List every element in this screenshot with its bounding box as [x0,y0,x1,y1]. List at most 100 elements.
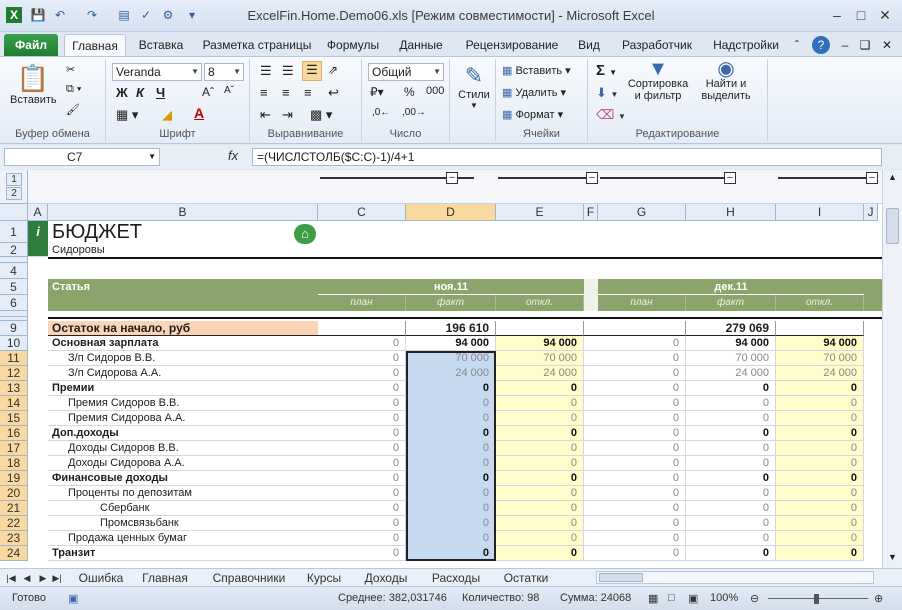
deviation-cell[interactable]: 0 [776,486,864,501]
fact-cell[interactable]: 0 [686,456,776,471]
spacer-cell[interactable] [584,351,598,366]
spacer-cell[interactable] [584,456,598,471]
fill-color-icon[interactable]: ◢ [162,107,172,123]
delete-cells-button[interactable]: ▦ Удалить ▾ [502,86,566,99]
deviation-cell[interactable]: 0 [496,456,584,471]
deviation-cell[interactable]: 0 [496,381,584,396]
column-header-a[interactable]: A [28,204,48,221]
plan-cell[interactable]: 0 [598,501,686,516]
scroll-up-icon[interactable]: ▲ [885,172,900,186]
row-header[interactable]: 10 [0,336,28,351]
fact-cell[interactable]: 94 000 [686,336,776,351]
row-header[interactable]: 14 [0,396,28,411]
tab-insert[interactable]: Вставка [132,34,190,56]
plan-cell[interactable]: 0 [318,396,406,411]
spacer-cell[interactable] [584,441,598,456]
sheet-tab[interactable]: Доходы [356,570,416,586]
row-label[interactable]: Доходы Сидорова А.А. [48,456,318,471]
fact-cell[interactable]: 0 [406,456,496,471]
deviation-cell[interactable]: 0 [776,411,864,426]
row-label[interactable]: Премия Сидорова А.А. [48,411,318,426]
plan-cell[interactable]: 0 [318,366,406,381]
row-header[interactable]: 5 [0,279,28,295]
spacer-cell[interactable] [584,336,598,351]
fact-cell[interactable]: 0 [686,501,776,516]
deviation-cell[interactable]: 94 000 [776,336,864,351]
fact-cell[interactable]: 0 [686,486,776,501]
fact-cell[interactable]: 0 [686,441,776,456]
sheet-tab[interactable]: Расходы [424,570,488,586]
plan-cell[interactable]: 0 [318,471,406,486]
row-header[interactable]: 6 [0,295,28,311]
fact-cell[interactable]: 0 [686,531,776,546]
fact-cell[interactable]: 0 [686,381,776,396]
row-header[interactable]: 1 [0,221,28,243]
sheet-tab[interactable]: Главная [134,570,196,586]
row-label[interactable]: Остаток на начало, руб [48,321,318,336]
fill-icon[interactable]: ⬇ ▼ [596,85,618,101]
autosum-icon[interactable]: Σ ▼ [596,62,617,79]
styles-button[interactable]: ✎ Стили ▼ [456,63,492,110]
row-header[interactable]: 16 [0,426,28,441]
next-sheet-icon[interactable]: ▶ [38,570,48,586]
maximize-icon[interactable]: □ [850,6,872,24]
close-icon[interactable]: ✕ [874,6,896,24]
tab-review[interactable]: Рецензирование [458,34,566,56]
first-sheet-icon[interactable]: |◀ [6,570,16,586]
fact-cell[interactable]: 196 610 [406,321,496,336]
fact-cell[interactable]: 0 [686,546,776,561]
month-header[interactable]: ноя.11 [318,279,584,295]
spacer-cell[interactable] [584,531,598,546]
deviation-cell[interactable]: 24 000 [496,366,584,381]
sheet-tab[interactable]: Курсы [298,570,350,586]
tab-developer[interactable]: Разработчик [614,34,700,56]
decrease-decimal-icon[interactable]: ,00→ [402,107,426,118]
bold-button[interactable]: Ж [116,85,128,100]
fact-cell[interactable]: 0 [406,426,496,441]
row-label[interactable]: З/п Сидоров В.В. [48,351,318,366]
row-header[interactable]: 19 [0,471,28,486]
plan-cell[interactable]: 0 [598,411,686,426]
spacer-cell[interactable] [584,486,598,501]
tab-addins[interactable]: Надстройки [708,34,784,56]
row-label[interactable]: Финансовые доходы [48,471,318,486]
vertical-scroll-thumb[interactable] [886,208,899,244]
font-name-combo[interactable]: Veranda ▼ [112,63,202,81]
macro-record-icon[interactable]: ▣ [68,592,78,605]
column-header-e[interactable]: E [496,204,584,221]
copy-icon[interactable]: ⧉ ▾ [66,83,82,96]
tab-formulas[interactable]: Формулы [322,34,384,56]
deviation-cell[interactable]: 0 [776,426,864,441]
shrink-font-button[interactable]: Aˇ [224,85,234,96]
deviation-cell[interactable]: 0 [776,396,864,411]
column-header-h[interactable]: H [686,204,776,221]
insert-function-icon[interactable]: fx [228,148,238,163]
tab-page-layout[interactable]: Разметка страницы [198,34,316,56]
row-label[interactable]: Премия Сидоров В.В. [48,396,318,411]
row-label[interactable]: Основная зарплата [48,336,318,351]
plan-cell[interactable]: 0 [598,441,686,456]
row-label[interactable]: Сбербанк [48,501,318,516]
plan-cell[interactable]: 0 [598,351,686,366]
ribbon-collapse-icon[interactable]: ˆ [790,34,804,56]
zoom-in-icon[interactable]: ⊕ [874,592,883,605]
deviation-cell[interactable]: 0 [496,426,584,441]
column-header-i[interactable]: I [776,204,864,221]
fact-cell[interactable]: 0 [686,516,776,531]
deviation-cell[interactable]: 70 000 [776,351,864,366]
fact-cell[interactable]: 0 [406,516,496,531]
select-all-corner[interactable] [0,204,28,221]
row-label[interactable]: Транзит [48,546,318,561]
font-color-icon[interactable]: A [194,105,204,121]
column-header-g[interactable]: G [598,204,686,221]
underline-button[interactable]: Ч [156,85,165,100]
row-label[interactable]: Доходы Сидоров В.В. [48,441,318,456]
plan-cell[interactable]: 0 [318,426,406,441]
align-bottom-icon[interactable]: ☰ [302,61,322,81]
plan-cell[interactable]: 0 [598,366,686,381]
align-center-icon[interactable]: ≡ [282,85,290,100]
row-header[interactable]: 11 [0,351,28,366]
cut-icon[interactable]: ✂ [66,63,75,76]
sheet-tab[interactable]: Ошибка [70,570,132,586]
zoom-level[interactable]: 100% [710,592,738,604]
